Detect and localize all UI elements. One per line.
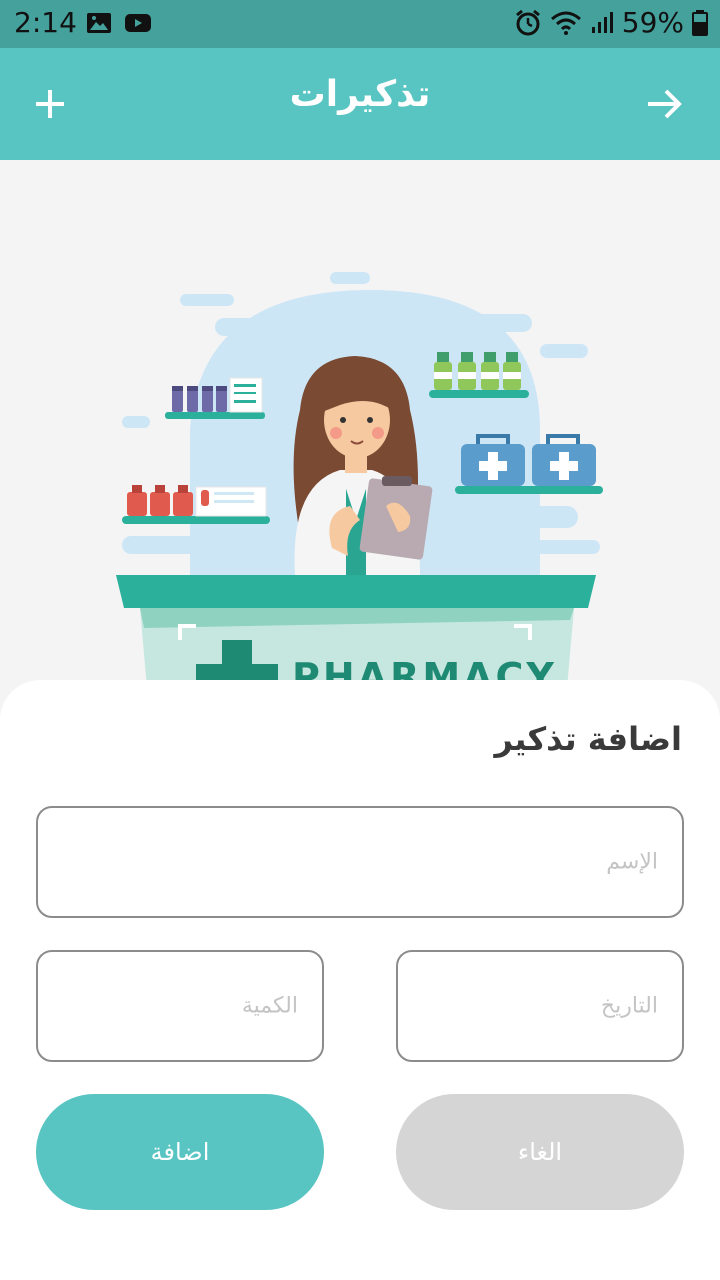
cancel-button[interactable]: الغاء (396, 1094, 684, 1210)
name-field[interactable]: الإسم (36, 806, 684, 918)
back-button[interactable] (642, 82, 686, 126)
status-bar: 2:14 59% (0, 0, 720, 48)
sheet-title: اضافة تذكير (494, 720, 682, 758)
battery-percent: 59% (621, 6, 684, 39)
image-icon (87, 13, 111, 33)
add-button-label: اضافة (150, 1138, 210, 1166)
page-title: تذكيرات (289, 74, 431, 115)
quantity-placeholder: الكمية (241, 993, 298, 1019)
add-button-submit[interactable]: اضافة (36, 1094, 324, 1210)
pharmacist-illustration: PHARMACY (116, 272, 603, 700)
alarm-icon (515, 9, 540, 35)
add-reminder-sheet: اضافة تذكير الإسم الكمية التاريخ اضافة ا… (0, 680, 720, 1280)
date-field[interactable]: التاريخ (396, 950, 684, 1062)
wifi-icon (550, 11, 581, 35)
status-time: 2:14 (14, 6, 77, 39)
pharmacy-illustration: PHARMACY (0, 160, 720, 700)
youtube-icon (125, 14, 151, 32)
app-bar: تذكيرات (0, 48, 720, 160)
battery-icon (692, 9, 708, 36)
arrow-right-icon (648, 89, 682, 119)
signal-icon (591, 11, 613, 33)
date-placeholder: التاريخ (600, 993, 658, 1019)
name-placeholder: الإسم (606, 849, 658, 875)
cancel-button-label: الغاء (517, 1138, 563, 1166)
quantity-field[interactable]: الكمية (36, 950, 324, 1062)
